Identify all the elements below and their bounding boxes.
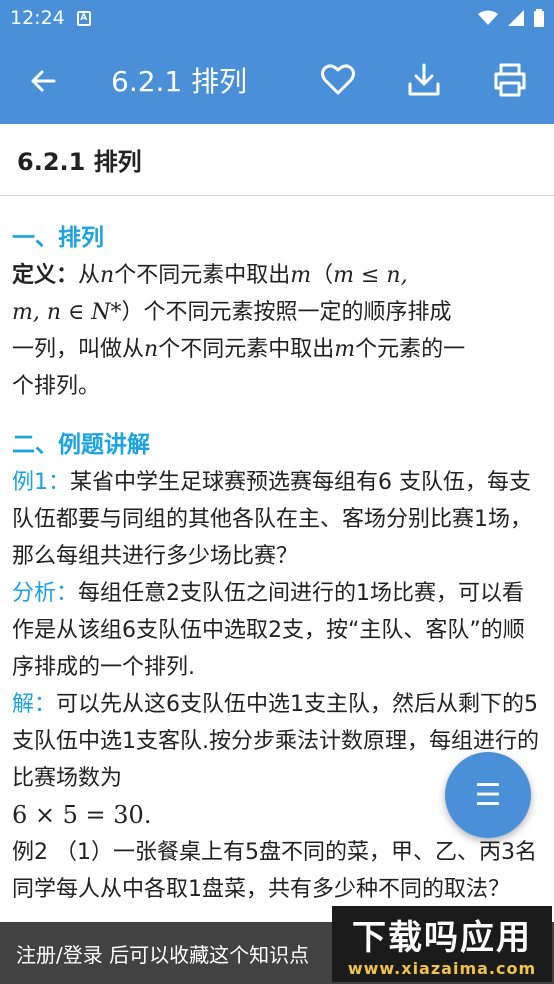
analysis-label: 分析：	[12, 581, 79, 606]
def-text-a: 从	[78, 263, 101, 288]
section-title-permutation: 一、排列	[12, 225, 104, 251]
def-text-c: （	[311, 263, 334, 288]
toast-text: 注册/登录 后可以收藏这个知识点	[16, 942, 310, 967]
back-arrow-icon[interactable]	[28, 66, 58, 96]
def-text-d: ）个不同元素按照一定的顺序排成	[121, 300, 452, 325]
app-bar-title: 6.2.1 排列	[111, 65, 248, 98]
app-bar: 6.2.1 排列	[0, 36, 554, 124]
definition-paragraph: 定义：从n个不同元素中取出m（m ≤ n, m, n ∈ N*）个不同元素按照一…	[12, 257, 542, 405]
example-1: 例1：某省中学生足球赛预选赛每组有6 支队伍，每支队伍都要与同组的其他各队在主、…	[12, 464, 542, 575]
definition-label: 定义	[12, 263, 57, 288]
solution-label: 解：	[12, 692, 57, 717]
page-title: 6.2.1 排列	[0, 124, 554, 196]
status-time: 12:24	[10, 7, 65, 29]
example-1-text: 某省中学生足球赛预选赛每组有6 支队伍，每支队伍都要与同组的其他各队在主、客场分…	[12, 470, 532, 569]
section-title-examples: 二、例题讲解	[12, 432, 150, 458]
a-letter-icon: A	[76, 10, 91, 26]
analysis: 分析：每组任意2支队伍之间进行的1场比赛，可以看作是从该组6支队伍中选取2支，按…	[12, 575, 542, 686]
def-text-g: 个元素的一	[355, 337, 466, 362]
menu-fab-button[interactable]: ☰	[445, 752, 531, 838]
definition-colon: ：	[56, 263, 79, 288]
status-icons	[478, 9, 544, 27]
math-condition-2: m, n ∈ N*	[12, 300, 122, 325]
example-1-label: 例1：	[12, 470, 70, 495]
math-condition-1: m ≤ n,	[333, 263, 408, 288]
math-n: n	[144, 337, 159, 362]
math-m: m	[334, 337, 356, 362]
def-text-e: 一列，叫做从	[12, 337, 145, 362]
watermark-cn: 下载吗应用	[352, 918, 532, 958]
status-bar: 12:24 A	[0, 0, 554, 36]
watermark-en: www.xiazaima.com	[347, 959, 537, 978]
battery-icon	[534, 9, 544, 27]
site-watermark-logo: 下载吗应用 www.xiazaima.com	[332, 906, 552, 982]
math-m: m	[290, 263, 312, 288]
heart-icon[interactable]	[320, 62, 356, 98]
wifi-icon	[478, 10, 498, 25]
def-text-f: 个不同元素中取出	[158, 337, 335, 362]
example-2: 例2 （1）一张餐桌上有5盘不同的菜，甲、乙、丙3名同学每人从中各取1盘菜，共有…	[12, 840, 537, 902]
math-n: n	[100, 263, 115, 288]
def-text-b: 个不同元素中取出	[114, 263, 291, 288]
analysis-text: 每组任意2支队伍之间进行的1场比赛，可以看作是从该组6支队伍中选取2支，按“主队…	[12, 581, 525, 680]
print-icon[interactable]	[492, 62, 528, 98]
menu-icon: ☰	[474, 777, 502, 813]
download-icon[interactable]	[406, 62, 442, 98]
signal-icon	[508, 10, 524, 26]
def-text-h: 个排列。	[12, 374, 101, 399]
